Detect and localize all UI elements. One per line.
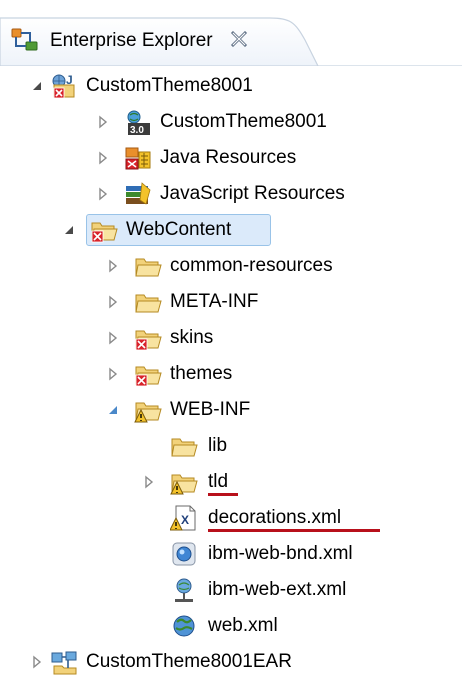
- tree-item-label: skins: [170, 327, 214, 348]
- collapsed-twisty-icon[interactable]: [142, 475, 156, 489]
- collapsed-twisty-icon[interactable]: [96, 187, 110, 201]
- xml-warning-icon: X: [170, 505, 196, 531]
- tree-item-label: lib: [208, 435, 228, 456]
- folder-icon: [135, 258, 162, 277]
- java-resources-icon: [125, 147, 151, 170]
- tree-item-web-inf[interactable]: WEB-INF: [0, 392, 462, 428]
- ext-xml-icon: [175, 578, 193, 602]
- tree-item-customtheme8001-project[interactable]: J CustomTheme8001: [0, 68, 462, 104]
- enterprise-explorer-icon: [10, 28, 40, 52]
- collapsed-twisty-icon[interactable]: [96, 151, 110, 165]
- tree-item-webcontent[interactable]: WebContent: [0, 212, 462, 248]
- view-tab-bar: Enterprise Explorer: [0, 0, 462, 66]
- javascript-resources-icon: [126, 182, 151, 205]
- tree-item-label: Java Resources: [160, 147, 297, 168]
- tree-item-javascript-resources[interactable]: JavaScript Resources: [0, 176, 462, 212]
- tree-item-ibm-web-ext-xml[interactable]: ibm-web-ext.xml: [0, 572, 462, 608]
- tree-item-tld[interactable]: tld: [0, 464, 462, 500]
- folder-icon: [135, 294, 162, 313]
- collapsed-twisty-icon[interactable]: [106, 295, 120, 309]
- web-project-error-icon: J: [52, 73, 75, 99]
- collapsed-twisty-icon[interactable]: [106, 367, 120, 381]
- tree-item-label: CustomTheme8001: [86, 75, 253, 96]
- folder-error-icon: [135, 330, 162, 351]
- collapsed-twisty-icon[interactable]: [106, 259, 120, 273]
- collapsed-twisty-icon[interactable]: [106, 331, 120, 345]
- bnd-xml-icon: [172, 542, 196, 566]
- tree-item-label: META-INF: [170, 291, 259, 312]
- tree-item-java-resources[interactable]: Java Resources: [0, 140, 462, 176]
- tree-item-label: common-resources: [170, 255, 333, 276]
- tree-item-label: themes: [170, 363, 233, 384]
- folder-error-icon: [91, 222, 118, 243]
- tree-item-web-xml[interactable]: web.xml: [0, 608, 462, 644]
- view-title[interactable]: Enterprise Explorer: [50, 30, 213, 52]
- tree-item-skins[interactable]: skins: [0, 320, 462, 356]
- tree-item-customtheme8001ear[interactable]: CustomTheme8001EAR: [0, 644, 462, 680]
- tree-item-themes[interactable]: themes: [0, 356, 462, 392]
- tree-item-deployment-descriptor[interactable]: 3.0 CustomTheme8001: [0, 104, 462, 140]
- tree-item-label: ibm-web-bnd.xml: [208, 543, 353, 564]
- collapsed-twisty-icon[interactable]: [30, 655, 44, 669]
- tree-item-label: ibm-web-ext.xml: [208, 579, 347, 600]
- expanded-twisty-icon[interactable]: [62, 223, 76, 237]
- tree-item-label: WebContent: [126, 219, 232, 240]
- folder-error-icon: [135, 366, 162, 387]
- collapsed-twisty-icon[interactable]: [96, 115, 110, 129]
- svg-text:X: X: [181, 513, 189, 527]
- close-view-icon[interactable]: [228, 28, 250, 50]
- folder-warning-icon: [170, 474, 198, 495]
- deployment-descriptor-icon: 3.0: [127, 110, 150, 136]
- annotation-underline: [208, 493, 238, 496]
- expanded-twisty-icon[interactable]: [30, 79, 44, 93]
- web-xml-icon: [173, 615, 195, 637]
- tree-item-common-resources[interactable]: common-resources: [0, 248, 462, 284]
- folder-icon: [171, 438, 198, 457]
- expanded-twisty-icon[interactable]: [106, 403, 120, 417]
- tree-item-label: JavaScript Resources: [160, 183, 345, 204]
- annotation-underline: [208, 529, 380, 532]
- tree-item-label: tld: [208, 471, 229, 492]
- tree-item-label: web.xml: [208, 615, 278, 636]
- svg-text:3.0: 3.0: [130, 125, 144, 136]
- folder-warning-icon: [134, 402, 162, 423]
- tree-item-lib[interactable]: lib: [0, 428, 462, 464]
- tree-item-label: WEB-INF: [170, 399, 251, 420]
- tree-item-meta-inf[interactable]: META-INF: [0, 284, 462, 320]
- ear-project-icon: [51, 651, 77, 675]
- tree-item-label: decorations.xml: [208, 507, 342, 528]
- tree-item-ibm-web-bnd-xml[interactable]: ibm-web-bnd.xml: [0, 536, 462, 572]
- tree-item-label: CustomTheme8001: [160, 111, 327, 132]
- tree-item-decorations-xml[interactable]: X decorations.xml: [0, 500, 462, 536]
